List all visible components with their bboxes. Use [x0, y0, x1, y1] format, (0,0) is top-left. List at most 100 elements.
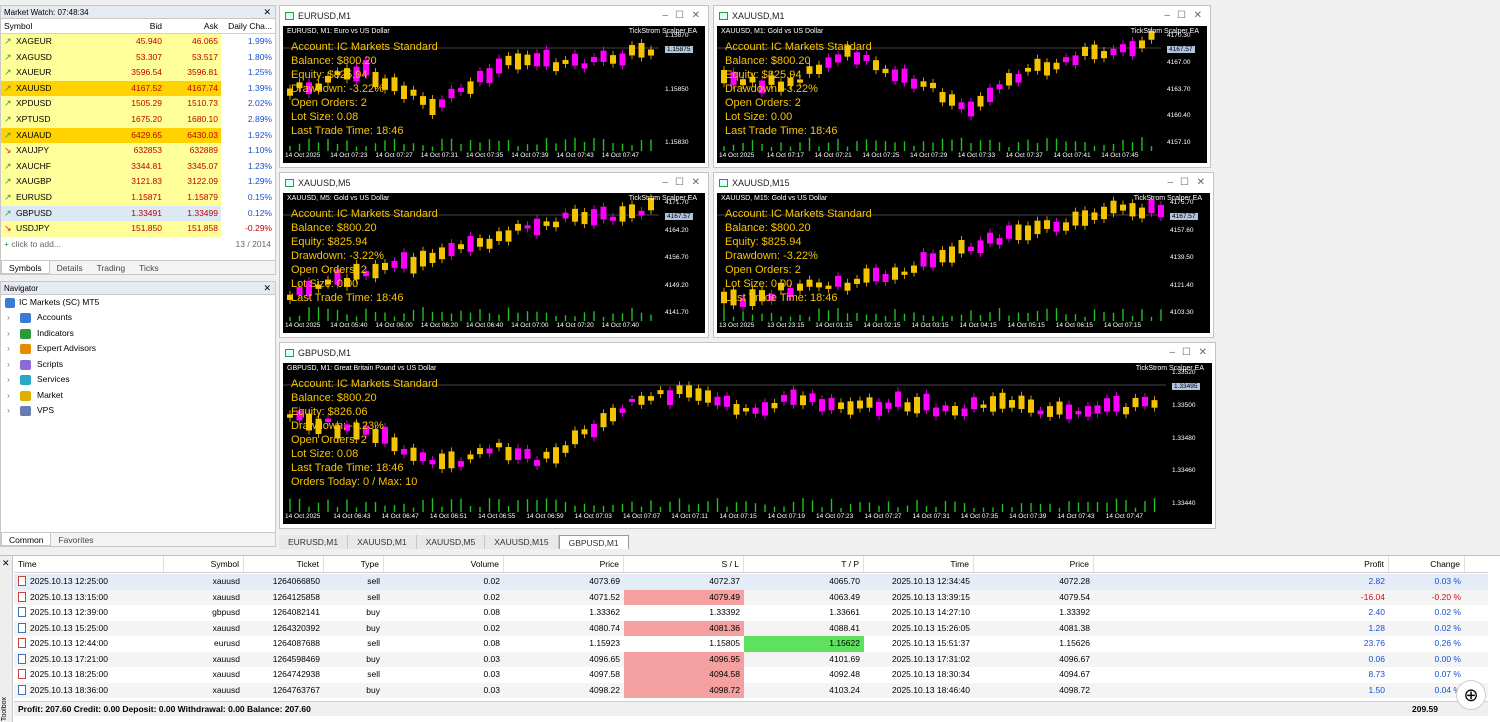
buy-deal-icon — [18, 607, 26, 617]
navigator-item[interactable]: › Accounts — [1, 310, 275, 326]
chart-window-titlebar[interactable]: GBPUSD,M1 – ☐ ✕ — [280, 343, 1215, 363]
minimize-icon[interactable]: – — [662, 173, 668, 193]
close-icon[interactable]: ✕ — [692, 173, 700, 193]
navigator-root[interactable]: IC Markets (SC) MT5 — [1, 295, 275, 310]
close-icon[interactable]: ✕ — [1197, 173, 1205, 193]
market-watch-row[interactable]: ↗ XAUCHF 3344.81 3345.07 1.23% — [1, 158, 275, 175]
tab-trading[interactable]: Trading — [90, 261, 133, 274]
navigator-item-label: Accounts — [37, 312, 72, 322]
expand-icon[interactable]: › — [7, 326, 10, 342]
chart-tab-xauusd-m5[interactable]: XAUUSD,M5 — [416, 535, 486, 549]
tab-symbols[interactable]: Symbols — [1, 261, 50, 274]
close-icon[interactable]: ✕ — [1199, 343, 1207, 363]
tab-details[interactable]: Details — [50, 261, 90, 274]
column-header[interactable]: Profit — [1094, 556, 1389, 572]
table-cell: 1264742938 — [272, 669, 320, 679]
market-watch-row[interactable]: ↗ GBPUSD 1.33491 1.33499 0.12% — [1, 205, 275, 222]
col-symbol[interactable]: Symbol — [1, 19, 109, 33]
chart-tab-eurusd-m1[interactable]: EURUSD,M1 — [279, 535, 349, 549]
market-watch-row[interactable]: ↘ USDJPY 151.850 151.858 -0.29% — [1, 221, 275, 237]
col-daily-change[interactable]: Daily Cha... — [221, 19, 275, 33]
market-watch-row[interactable]: ↘ XAUJPY 632853 632889 1.10% — [1, 143, 275, 159]
chart-window-titlebar[interactable]: XAUUSD,M15 – ☐ ✕ — [714, 173, 1213, 193]
chart-window-titlebar[interactable]: EURUSD,M1 – ☐ ✕ — [280, 6, 708, 26]
chart-window-titlebar[interactable]: XAUUSD,M5 – ☐ ✕ — [280, 173, 708, 193]
column-header[interactable]: S / L — [624, 556, 744, 572]
navigator-item[interactable]: › Market — [1, 388, 275, 404]
arrow-up-icon: ↗ — [4, 160, 12, 171]
history-row[interactable]: 2025.10.13 12:44:00 eurusd 1264087688 sell 0… — [14, 636, 1488, 652]
expand-icon[interactable]: › — [7, 310, 10, 326]
history-row[interactable]: 2025.10.13 18:25:00 xauusd 1264742938 sell 0… — [14, 667, 1488, 683]
expand-icon[interactable]: › — [7, 372, 10, 388]
history-row[interactable]: 2025.10.13 12:25:00 xauusd 1264066850 sell 0… — [14, 574, 1488, 590]
close-icon[interactable]: ✕ — [263, 282, 271, 295]
column-header[interactable]: Price — [504, 556, 624, 572]
market-watch-row[interactable]: ↗ XAUGBP 3121.83 3122.09 1.29% — [1, 174, 275, 190]
add-symbol-row[interactable]: + click to add... 13 / 2014 — [1, 237, 275, 252]
maximize-icon[interactable]: ☐ — [675, 6, 684, 26]
history-row[interactable]: 2025.10.13 13:15:00 xauusd 1264125858 sell 0… — [14, 589, 1488, 605]
column-header[interactable]: Time — [14, 556, 164, 572]
maximize-icon[interactable]: ☐ — [1182, 343, 1191, 363]
market-watch-row[interactable]: ↗ XPTUSD 1675.20 1680.10 2.89% — [1, 111, 275, 128]
chart-canvas[interactable]: EURUSD, M1: Euro vs US Dollar TickStrom … — [283, 26, 705, 163]
close-icon[interactable]: ✕ — [263, 6, 271, 19]
expand-icon[interactable]: › — [7, 341, 10, 357]
chart-window-titlebar[interactable]: XAUUSD,M1 – ☐ ✕ — [714, 6, 1210, 26]
minimize-icon[interactable]: – — [1169, 343, 1175, 363]
close-icon[interactable]: ✕ — [1194, 6, 1202, 26]
market-watch-row[interactable]: ↗ XPDUSD 1505.29 1510.73 2.02% — [1, 96, 275, 112]
navigator-item[interactable]: › Indicators — [1, 326, 275, 342]
history-row[interactable]: 2025.10.13 17:21:00 xauusd 1264598469 buy 0.… — [14, 651, 1488, 667]
chart-tab-xauusd-m15[interactable]: XAUUSD,M15 — [485, 535, 559, 549]
chart-canvas[interactable]: XAUUSD, M5: Gold vs US Dollar TickStrom … — [283, 193, 705, 333]
minimize-icon[interactable]: – — [1164, 6, 1170, 26]
maximize-icon[interactable]: ☐ — [1177, 6, 1186, 26]
minimize-icon[interactable]: – — [662, 6, 668, 26]
column-header[interactable]: Change — [1389, 556, 1465, 572]
market-watch-row[interactable]: ↗ XAUEUR 3596.54 3596.81 1.25% — [1, 65, 275, 81]
navigator-item[interactable]: › Expert Advisors — [1, 341, 275, 357]
navigator-item[interactable]: › Services — [1, 372, 275, 388]
time-tick: 14 Oct 07:43 — [1057, 513, 1095, 520]
navigator-item[interactable]: › Scripts — [1, 357, 275, 373]
history-row[interactable]: 2025.10.13 12:39:00 gbpusd 1264082141 buy 0.… — [14, 605, 1488, 621]
column-header[interactable]: T / P — [744, 556, 864, 572]
expand-icon[interactable]: › — [7, 357, 10, 373]
time-axis: 14 Oct 2025 14 Oct 07:23 14 Oct 07:27 14 Oc… — [283, 152, 705, 162]
maximize-icon[interactable]: ☐ — [1180, 173, 1189, 193]
column-header[interactable]: Ticket — [244, 556, 324, 572]
chart-tab-xauusd-m1[interactable]: XAUUSD,M1 — [348, 535, 417, 549]
column-header[interactable]: Volume — [384, 556, 504, 572]
close-icon[interactable]: ✕ — [692, 6, 700, 26]
toolbox-side-tab[interactable]: ✕ Toolbox — [0, 556, 13, 722]
navigator-item[interactable]: › VPS — [1, 403, 275, 419]
col-ask[interactable]: Ask — [165, 19, 221, 33]
zoom-icon[interactable]: ⊕ — [1456, 680, 1486, 710]
column-header[interactable]: Symbol — [164, 556, 244, 572]
column-header[interactable]: Price — [974, 556, 1094, 572]
market-watch-row[interactable]: ↗ EURUSD 1.15871 1.15879 0.15% — [1, 189, 275, 206]
market-watch-row[interactable]: ↗ XAGEUR 45.940 46.065 1.99% — [1, 34, 275, 50]
market-watch-row[interactable]: ↗ XAGUSD 53.307 53.517 1.80% — [1, 49, 275, 66]
market-watch-row[interactable]: ↗ XAUAUD 6429.65 6430.03 1.92% — [1, 127, 275, 144]
expand-icon[interactable]: › — [7, 388, 10, 404]
tab-common[interactable]: Common — [1, 533, 52, 546]
history-row[interactable]: 2025.10.13 18:36:00 xauusd 1264763767 buy 0.… — [14, 682, 1488, 698]
market-watch-row[interactable]: ↗ XAUUSD 4167.52 4167.74 1.39% — [1, 80, 275, 97]
tab-favorites[interactable]: Favorites — [51, 533, 100, 546]
chart-canvas[interactable]: XAUUSD, M15: Gold vs US Dollar TickStrom… — [717, 193, 1210, 333]
chart-canvas[interactable]: GBPUSD, M1: Great Britain Pound vs US Do… — [283, 363, 1212, 524]
col-bid[interactable]: Bid — [109, 19, 165, 33]
minimize-icon[interactable]: – — [1167, 173, 1173, 193]
history-row[interactable]: 2025.10.13 15:25:00 xauusd 1264320392 buy 0.… — [14, 620, 1488, 636]
close-icon[interactable]: ✕ — [2, 558, 10, 569]
tab-ticks[interactable]: Ticks — [132, 261, 166, 274]
chart-canvas[interactable]: XAUUSD, M1: Gold vs US Dollar TickStrom … — [717, 26, 1207, 163]
maximize-icon[interactable]: ☐ — [675, 173, 684, 193]
column-header[interactable]: Time — [864, 556, 974, 572]
expand-icon[interactable]: › — [7, 403, 10, 419]
column-header[interactable]: Type — [324, 556, 384, 572]
chart-tab-gbpusd-m1[interactable]: GBPUSD,M1 — [558, 535, 629, 549]
